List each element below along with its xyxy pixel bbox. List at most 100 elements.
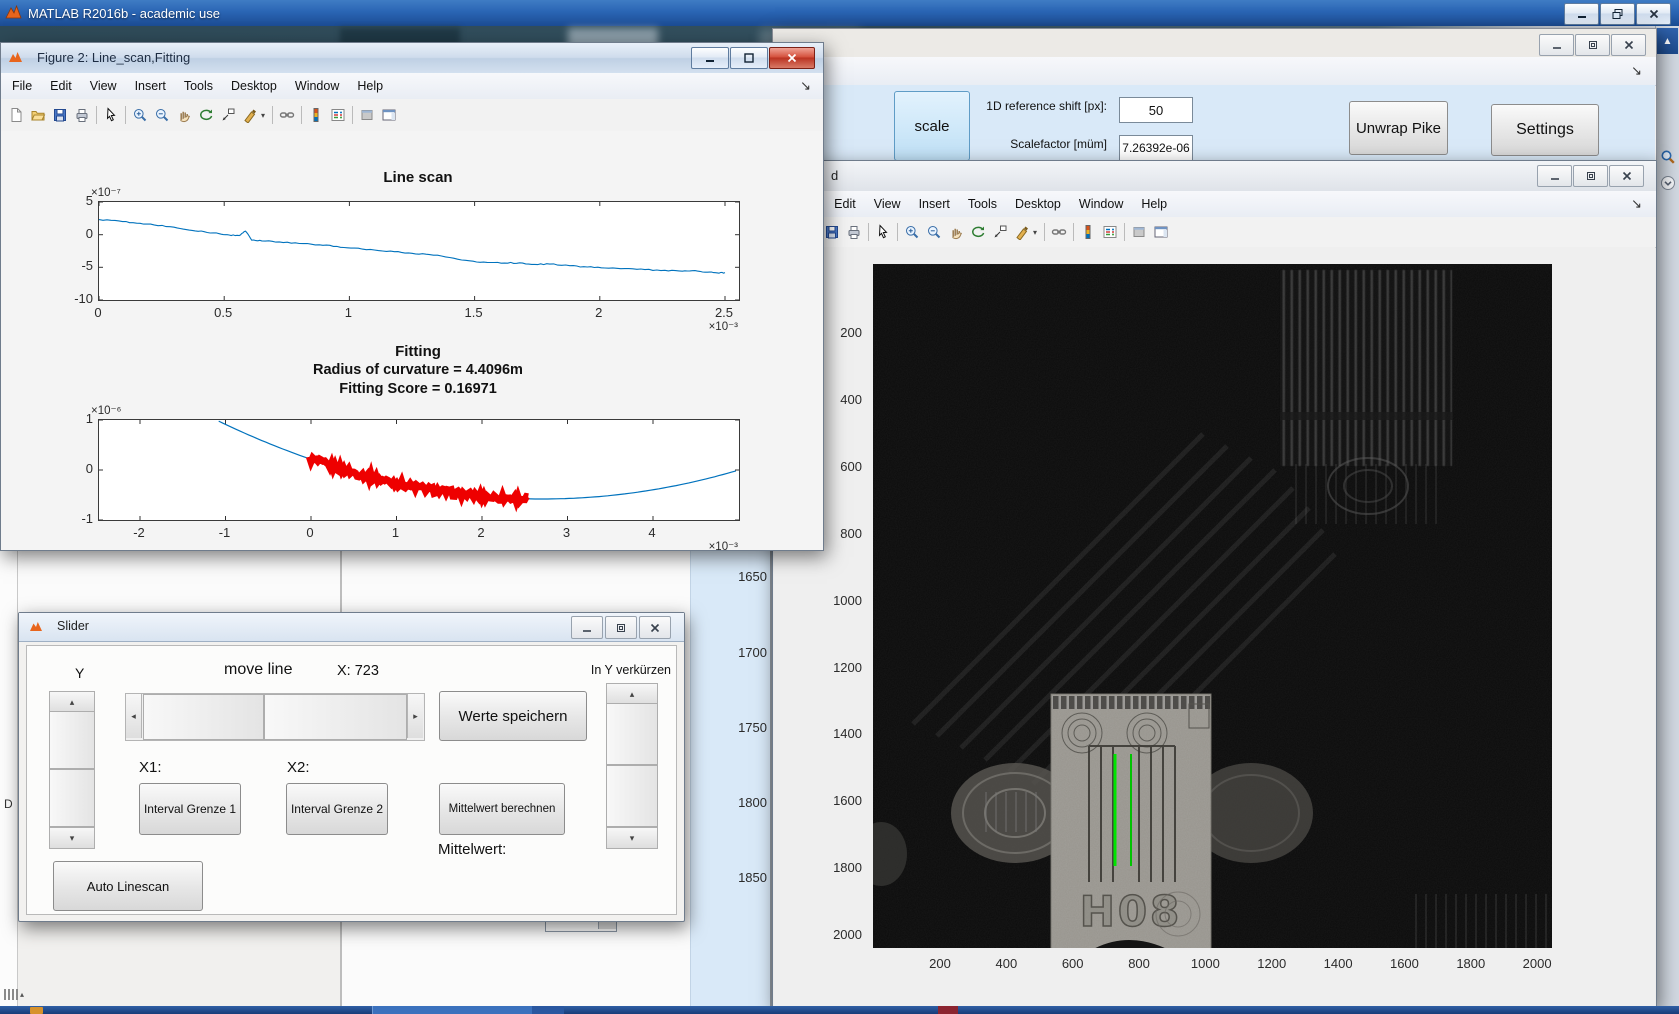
y-scroll-thumb-upper[interactable]	[49, 711, 95, 769]
figure2-brush-icon[interactable]	[239, 104, 261, 126]
figure2-new-file-icon[interactable]	[5, 104, 27, 126]
save-values-button[interactable]: Werte speichern	[439, 691, 587, 741]
figure2-maximize-button[interactable]	[730, 47, 768, 69]
figure2-show-plot-tools-icon[interactable]	[378, 104, 400, 126]
figure2-zoom-out-icon[interactable]	[151, 104, 173, 126]
figure2-menu-edit[interactable]: Edit	[41, 79, 81, 93]
figure2-data-cursor-icon[interactable]	[217, 104, 239, 126]
windows-taskbar[interactable]	[0, 1006, 1679, 1014]
gui-close-button[interactable]	[1611, 34, 1646, 56]
figure-d-pointer-icon[interactable]	[872, 221, 894, 243]
figure-d-pan-icon[interactable]	[945, 221, 967, 243]
figure-d-link-plot-icon[interactable]	[1048, 221, 1070, 243]
figure2-insert-legend-icon[interactable]	[327, 104, 349, 126]
scale-button[interactable]: scale	[894, 91, 970, 161]
figure2-pointer-icon[interactable]	[100, 104, 122, 126]
figure-d-save-icon[interactable]	[821, 221, 843, 243]
figure2-minimize-button[interactable]	[691, 47, 729, 69]
fitting-axes[interactable]	[98, 419, 740, 521]
figure2-menu-help[interactable]: Help	[348, 79, 392, 93]
main-close-button[interactable]	[1636, 3, 1671, 25]
taskbar-active-button[interactable]	[372, 1006, 534, 1014]
figure-d-menu-window[interactable]: Window	[1070, 197, 1132, 211]
figure2-link-plot-icon[interactable]	[276, 104, 298, 126]
slider-right-arrow[interactable]: ▸	[407, 694, 423, 738]
line-scan-axes[interactable]	[98, 201, 740, 301]
figure-d-menu-edit[interactable]: Edit	[825, 197, 865, 211]
figure2-brush-dropdown-icon[interactable]: ▾	[261, 111, 269, 120]
figure2-rotate-3d-icon[interactable]	[195, 104, 217, 126]
main-restore-button[interactable]	[1600, 3, 1635, 25]
shorten-scroll-thumb-upper[interactable]	[606, 703, 658, 765]
figure-d-show-plot-tools-icon[interactable]	[1150, 221, 1172, 243]
figure2-save-icon[interactable]	[49, 104, 71, 126]
dock-grip-handle[interactable]: ▴	[4, 989, 24, 1000]
y-scroll-down-button[interactable]: ▾	[49, 827, 95, 849]
auto-linescan-button[interactable]: Auto Linescan	[53, 861, 203, 911]
y-scroll-up-button[interactable]: ▴	[49, 691, 95, 713]
figure-d-menu-help[interactable]: Help	[1132, 197, 1176, 211]
figure2-menu-window[interactable]: Window	[286, 79, 348, 93]
figure2-close-button[interactable]	[769, 47, 815, 69]
figure-d-brush-icon[interactable]	[1011, 221, 1033, 243]
figure-d-insert-legend-icon[interactable]	[1099, 221, 1121, 243]
figure-d-dock-arrow-icon[interactable]: ↘	[1631, 196, 1642, 212]
figure-d-minimize-button[interactable]	[1537, 165, 1572, 187]
figure-d-data-cursor-icon[interactable]	[989, 221, 1011, 243]
move-line-slider[interactable]: ◂ ▸	[125, 693, 425, 741]
gui-minimize-button[interactable]	[1539, 34, 1574, 56]
y-scrollbar[interactable]: ▴ ▾	[49, 691, 95, 849]
figure-d-restore-button[interactable]	[1573, 165, 1608, 187]
sidebar-pin-tab[interactable]: ▲	[1657, 28, 1678, 54]
slider-left-arrow[interactable]: ◂	[126, 694, 142, 738]
figure-d-menu-view[interactable]: View	[865, 197, 910, 211]
figure2-pan-icon[interactable]	[173, 104, 195, 126]
figure2-menu-desktop[interactable]: Desktop	[222, 79, 286, 93]
interval-grenze-2-button[interactable]: Interval Grenze 2	[286, 783, 388, 835]
slider-close-button[interactable]	[639, 616, 671, 639]
interferogram-image[interactable]: H08	[873, 264, 1552, 948]
figure-d-menu-insert[interactable]: Insert	[910, 197, 959, 211]
y-scroll-thumb-lower[interactable]	[49, 769, 95, 827]
figure-d-brush-dropdown-icon[interactable]: ▾	[1033, 228, 1041, 237]
figure-d-zoom-in-icon[interactable]	[901, 221, 923, 243]
unwrap-pike-button[interactable]: Unwrap Pike	[1349, 101, 1448, 155]
figure-d-rotate-3d-icon[interactable]	[967, 221, 989, 243]
figure-d-close-button[interactable]	[1609, 165, 1644, 187]
figure2-dock-arrow-icon[interactable]: ↘	[800, 78, 811, 94]
interval-grenze-1-button[interactable]: Interval Grenze 1	[139, 783, 241, 835]
figure2-zoom-in-icon[interactable]	[129, 104, 151, 126]
scalefactor-field[interactable]: 7.26392e-06	[1119, 135, 1193, 161]
sidebar-expand-button[interactable]	[1658, 172, 1678, 194]
figure2-menu-view[interactable]: View	[81, 79, 126, 93]
slider-thumb-2[interactable]	[264, 694, 407, 740]
taskbar-button-3[interactable]	[938, 1006, 958, 1014]
figure-d-insert-colorbar-icon[interactable]	[1077, 221, 1099, 243]
figure2-hide-plot-tools-icon[interactable]	[356, 104, 378, 126]
slider-minimize-button[interactable]	[571, 616, 603, 639]
figure2-menu-file[interactable]: File	[3, 79, 41, 93]
figure2-open-file-icon[interactable]	[27, 104, 49, 126]
slider-restore-button[interactable]	[605, 616, 637, 639]
figure2-menu-insert[interactable]: Insert	[126, 79, 175, 93]
mittelwert-berechnen-button[interactable]: Mittelwert berechnen	[439, 783, 565, 835]
shorten-y-scrollbar[interactable]: ▴ ▾	[606, 683, 658, 849]
figure2-print-icon[interactable]	[71, 104, 93, 126]
taskbar-button-2[interactable]	[532, 1006, 564, 1014]
figure-d-hide-plot-tools-icon[interactable]	[1128, 221, 1150, 243]
figure-d-menu-desktop[interactable]: Desktop	[1006, 197, 1070, 211]
slider-thumb-1[interactable]	[143, 694, 264, 740]
shorten-scroll-up-button[interactable]: ▴	[606, 683, 658, 705]
figure-d-print-icon[interactable]	[843, 221, 865, 243]
figure-d-menu-tools[interactable]: Tools	[959, 197, 1006, 211]
shorten-scroll-thumb-lower[interactable]	[606, 765, 658, 827]
gui-restore-button[interactable]	[1575, 34, 1610, 56]
figure2-menu-tools[interactable]: Tools	[175, 79, 222, 93]
main-minimize-button[interactable]	[1564, 3, 1599, 25]
shorten-scroll-down-button[interactable]: ▾	[606, 827, 658, 849]
ref-shift-field[interactable]: 50	[1119, 97, 1193, 123]
figure2-insert-colorbar-icon[interactable]	[305, 104, 327, 126]
gui-dock-arrow-icon[interactable]: ↘	[1631, 63, 1642, 79]
settings-button[interactable]: Settings	[1491, 104, 1599, 156]
sidebar-search-button[interactable]	[1658, 146, 1678, 168]
